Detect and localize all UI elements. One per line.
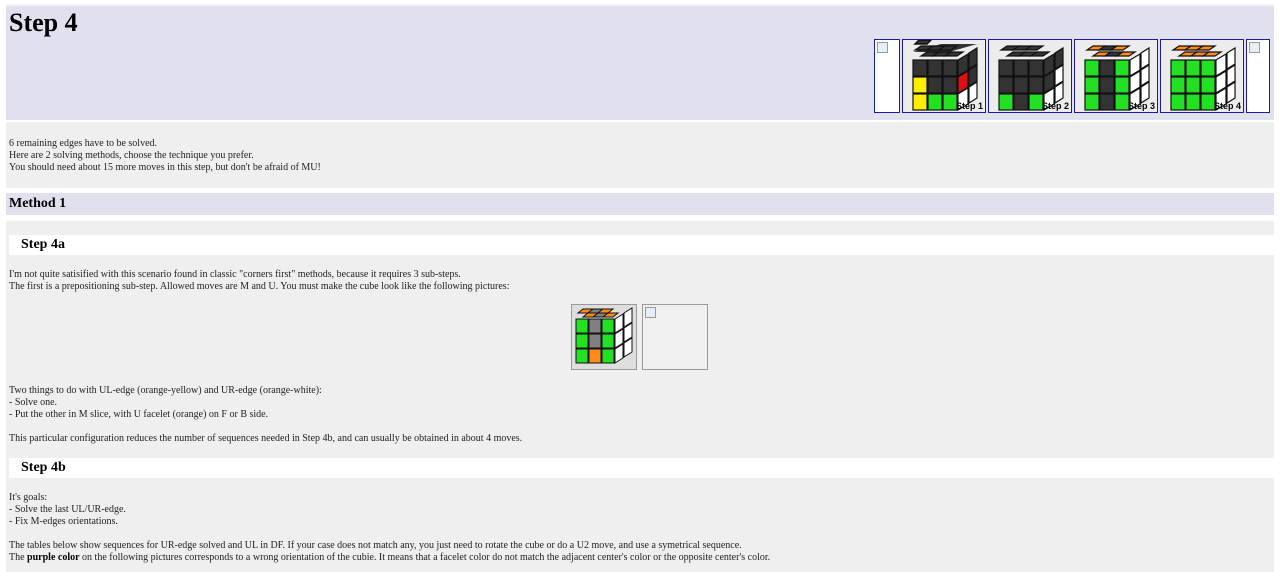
step-4a-text-3: Two things to do with UL-edge (orange-ye… — [9, 385, 322, 396]
step-4b-text-5-post: on the following pictures corresponds to… — [79, 552, 771, 563]
page-title: Step 4 — [9, 8, 78, 37]
step-4b-text-4: The tables below show sequences for UR-e… — [9, 540, 742, 551]
step-4b-text-3: - Fix M-edges orientations. — [9, 516, 118, 527]
broken-image-icon — [645, 307, 656, 318]
step-4b-text-2: - Solve the last UL/UR-edge. — [9, 504, 126, 515]
header: Step 4 Step 1 Step 2 Step 3 Step 4 — [6, 4, 1274, 120]
step-4b-text-5-pre: The — [9, 552, 28, 563]
step-4a-text-1: I'm not quite satisified with this scena… — [9, 269, 461, 280]
method-1-heading-bar: Method 1 — [6, 193, 1274, 215]
step-thumbnails: Step 1 Step 2 Step 3 Step 4 — [874, 39, 1272, 115]
intro-panel: 6 remaining edges have to be solved. Her… — [6, 122, 1274, 188]
step-4b-text-1: It's goals: — [9, 492, 48, 503]
step-4a-text-4: - Solve one. — [9, 397, 58, 408]
broken-image-icon — [877, 42, 888, 53]
step-4a-text-6: This particular configuration reduces th… — [9, 433, 523, 444]
prepositioned-cube-picture — [571, 304, 637, 370]
method-1-title: Method 1 — [9, 196, 67, 211]
step-4a-title: Step 4a — [21, 237, 65, 252]
step-4b-text-5: The purple color on the following pictur… — [9, 552, 770, 564]
broken-image-icon — [1249, 42, 1260, 53]
next-step-link[interactable] — [1246, 39, 1270, 113]
step-1-label: Step 1 — [955, 101, 983, 111]
purple-color-term: purple color — [27, 552, 80, 563]
step-4b-heading-bar: Step 4b — [9, 458, 1274, 478]
step-2-label: Step 2 — [1041, 101, 1069, 111]
step-3-thumbnail[interactable]: Step 3 — [1074, 39, 1158, 113]
prev-step-link[interactable] — [874, 39, 900, 113]
page: Step 4 Step 1 Step 2 Step 3 Step 4 6 rem… — [0, 0, 1280, 572]
main-content: Step 4a I'm not quite satisified with th… — [6, 221, 1274, 572]
step-4b-title: Step 4b — [21, 460, 66, 475]
step-4a-text-5: - Put the other in M slice, with U facel… — [9, 409, 269, 420]
intro-line-3: You should need about 15 more moves in t… — [9, 162, 321, 173]
step-4a-text-2: The first is a prepositioning sub-step. … — [9, 281, 510, 292]
step-2-thumbnail[interactable]: Step 2 — [988, 39, 1072, 113]
step-4-thumbnail[interactable]: Step 4 — [1160, 39, 1244, 113]
missing-cube-picture — [642, 304, 708, 370]
step-1-thumbnail[interactable]: Step 1 — [902, 39, 986, 113]
intro-line-1: 6 remaining edges have to be solved. — [9, 138, 158, 149]
step-4a-heading-bar: Step 4a — [9, 235, 1274, 255]
step-4-label: Step 4 — [1213, 101, 1241, 111]
step-3-label: Step 3 — [1127, 101, 1155, 111]
cube-prepositioned-image — [575, 307, 633, 364]
intro-line-2: Here are 2 solving methods, choose the t… — [9, 150, 254, 161]
